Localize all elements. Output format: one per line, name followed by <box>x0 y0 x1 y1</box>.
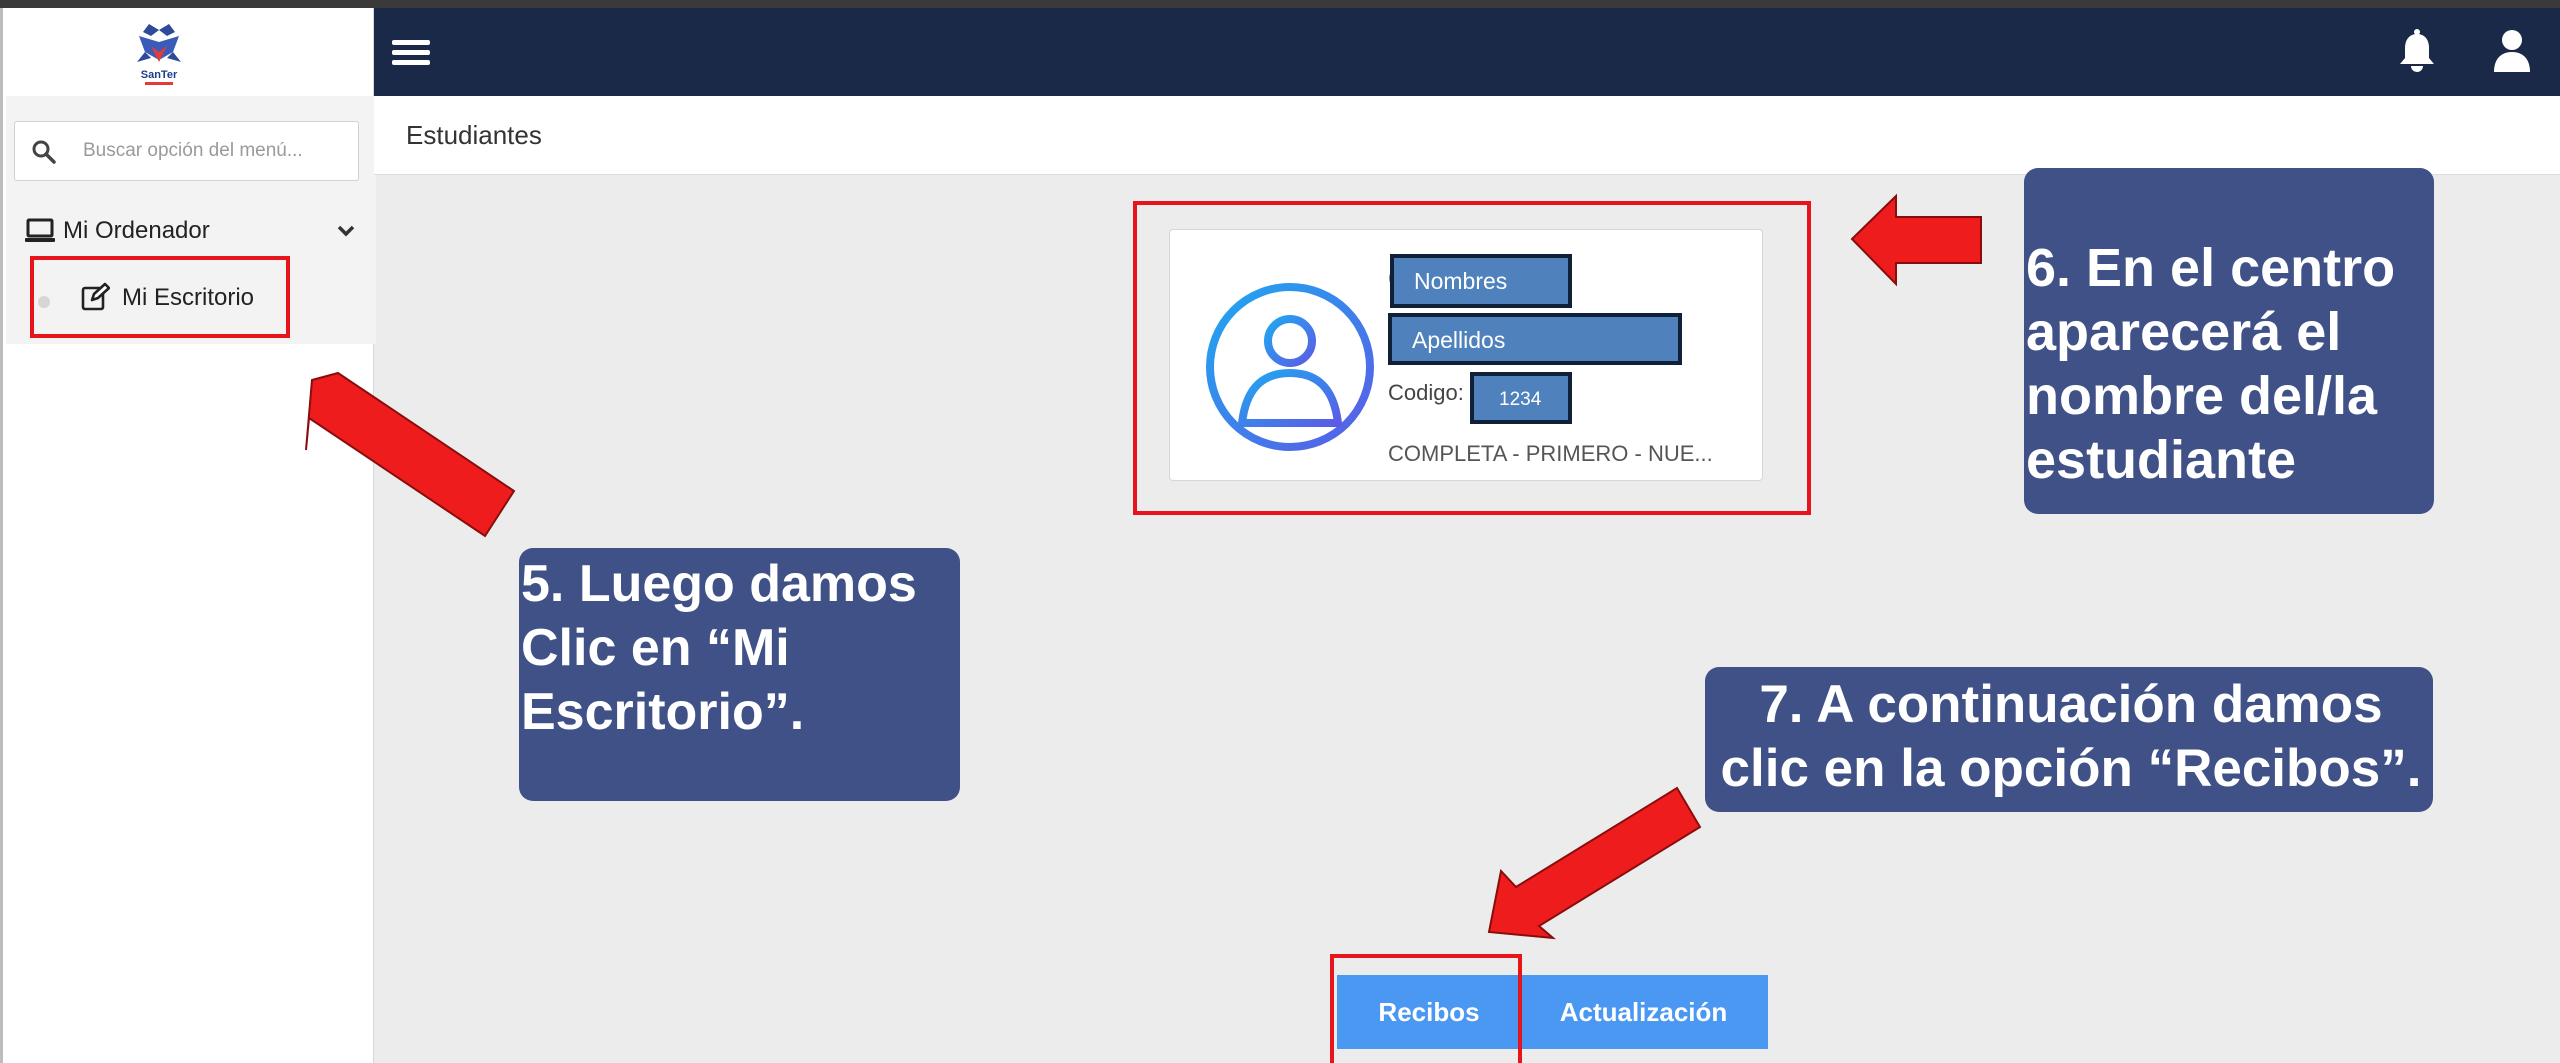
menu-search[interactable] <box>14 121 359 181</box>
annotation-step-6: 6. En el centro aparecerá el nombre del/… <box>2024 168 2434 514</box>
menu-search-input[interactable] <box>83 134 343 168</box>
actualizacion-button[interactable]: Actualización <box>1519 975 1768 1049</box>
user-icon[interactable] <box>2492 28 2532 74</box>
sidebar: SanTer Mi Ordenador <box>0 8 376 1063</box>
sidebar-group-mi-ordenador[interactable]: Mi Ordenador <box>6 204 376 260</box>
window-top-border <box>0 0 2560 8</box>
highlight-recibos <box>1330 954 1522 1063</box>
highlight-mi-escritorio <box>30 256 290 338</box>
sidebar-group-label: Mi Ordenador <box>63 217 210 244</box>
highlight-student-card <box>1133 201 1811 515</box>
bell-icon[interactable] <box>2396 28 2438 74</box>
annotation-step-5: 5. Luego damos Clic en “Mi Escritorio”. <box>519 548 960 801</box>
top-bar <box>374 8 2560 96</box>
page-title: Estudiantes <box>406 120 542 150</box>
app-window: SanTer Mi Ordenador Mi Esc <box>0 0 2560 1063</box>
hamburger-menu-icon[interactable] <box>390 36 432 70</box>
svg-text:SanTer: SanTer <box>141 69 178 81</box>
chevron-down-icon <box>337 225 355 237</box>
annotation-step-7: 7. A continuación damos clic en la opció… <box>1705 667 2433 812</box>
school-logo[interactable]: SanTer <box>129 22 189 90</box>
search-icon <box>32 140 56 164</box>
breadcrumb-bar: Estudiantes <box>374 96 2560 175</box>
laptop-icon <box>25 218 55 242</box>
